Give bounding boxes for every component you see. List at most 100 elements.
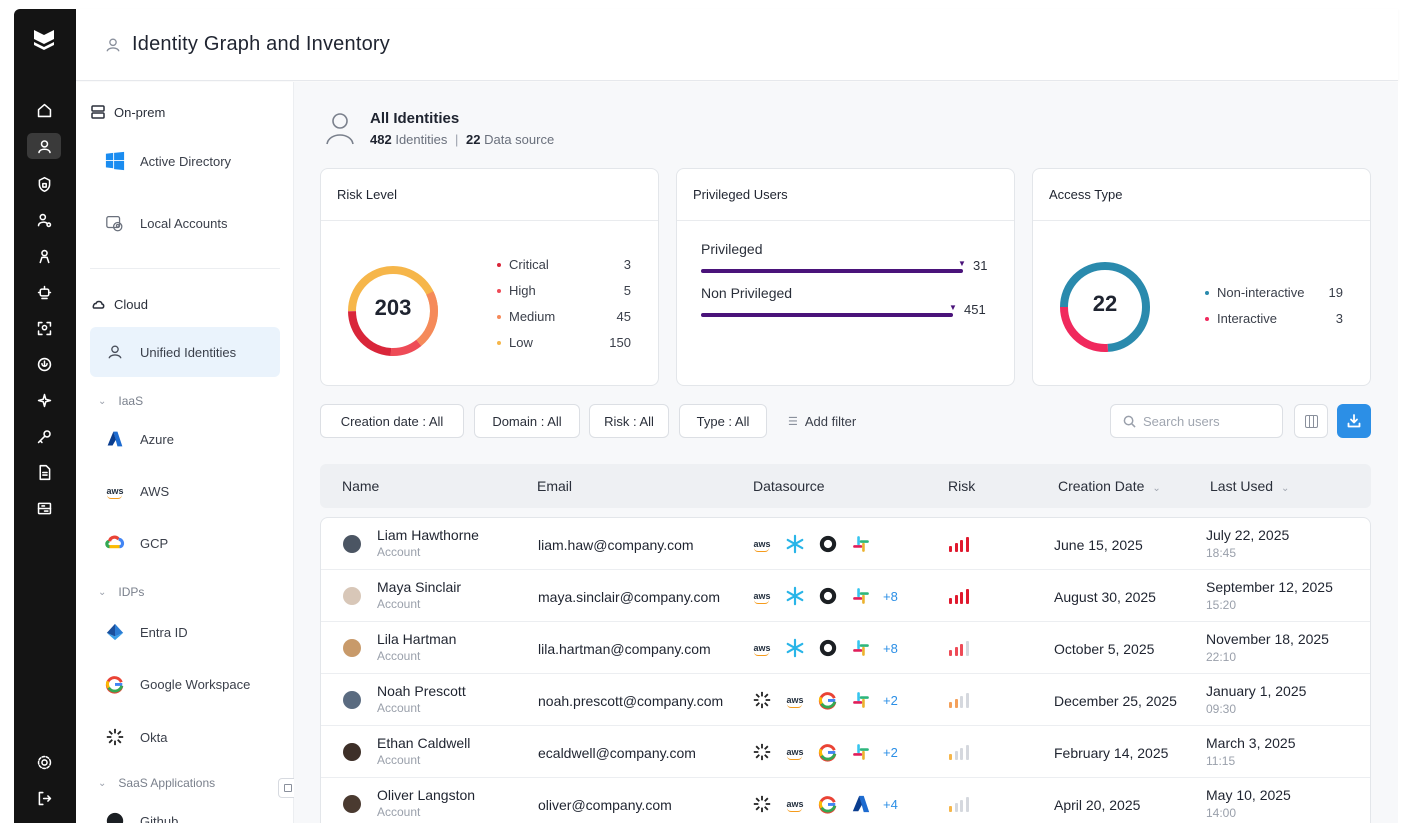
sidebar-item-local-accounts[interactable]: Local Accounts (90, 198, 280, 248)
onprem-group: On-prem (90, 104, 165, 120)
okta-icon (751, 741, 773, 763)
creation-date-filter[interactable]: Creation date : All (320, 404, 464, 438)
sidebar-item-unified-identities[interactable]: Unified Identities (90, 327, 280, 377)
iaas-section-toggle[interactable]: ⌄ IaaS (98, 394, 143, 408)
table-row[interactable]: Oliver Langston Account oliver@company.com… (321, 778, 1370, 823)
user-type: Account (377, 753, 421, 767)
sidebar-item-active-directory[interactable]: Active Directory (90, 136, 280, 186)
settings-icon[interactable] (27, 749, 61, 775)
chevron-down-icon: ⌄ (98, 777, 107, 789)
sidebar-item-label: Entra ID (140, 624, 188, 640)
report-icon[interactable] (27, 459, 61, 485)
more-sources-link[interactable]: +4 (883, 797, 898, 812)
sidebar-divider (90, 268, 280, 269)
user-name[interactable]: Liam Hawthorne (377, 527, 479, 543)
slack-icon (850, 533, 872, 555)
user-alert-icon[interactable] (27, 243, 61, 269)
cloud-group: Cloud (90, 296, 148, 312)
non-privileged-value: 451 (964, 302, 986, 317)
shield-icon[interactable] (27, 171, 61, 197)
column-email[interactable]: Email (537, 478, 572, 494)
table-row[interactable]: Maya Sinclair Account maya.sinclair@compan… (321, 570, 1370, 622)
last-used-time: 11:15 (1206, 754, 1236, 768)
add-filter-button[interactable]: ☰ Add filter (788, 404, 856, 438)
non-privileged-bar (701, 313, 953, 317)
risk-filter[interactable]: Risk : All (589, 404, 669, 438)
idps-section-toggle[interactable]: ⌄ IDPs (98, 585, 144, 599)
users-key-icon[interactable] (27, 207, 61, 233)
scan-user-icon[interactable] (27, 315, 61, 341)
legend-critical: Critical 3 (497, 257, 631, 272)
aws-icon: aws (786, 747, 804, 760)
legend-non-interactive: Non-interactive 19 (1205, 285, 1343, 300)
user-email: maya.sinclair@company.com (538, 589, 721, 605)
sidebar-item-google-workspace[interactable]: Google Workspace (90, 659, 280, 709)
search-box[interactable] (1110, 404, 1283, 438)
app-logo[interactable] (31, 26, 57, 52)
aws-icon: aws (106, 486, 124, 499)
dashboard-icon[interactable] (27, 495, 61, 521)
column-name[interactable]: Name (342, 478, 379, 494)
user-name[interactable]: Ethan Caldwell (377, 735, 470, 751)
column-creation-date[interactable]: Creation Date ⌄ (1058, 478, 1161, 494)
icon-rail (14, 9, 76, 823)
sidebar-item-github[interactable]: Github (90, 796, 280, 823)
search-input[interactable] (1143, 413, 1273, 429)
sidebar-item-azure[interactable]: Azure (90, 414, 280, 464)
user-email: ecaldwell@company.com (538, 745, 696, 761)
okta-icon (751, 689, 773, 711)
datasource-list: aws +2 (751, 741, 898, 763)
more-sources-link[interactable]: +8 (883, 589, 898, 604)
server-icon (91, 105, 105, 119)
column-last-used[interactable]: Last Used ⌄ (1210, 478, 1289, 494)
risk-bar (960, 540, 963, 552)
table-row[interactable]: Noah Prescott Account noah.prescott@compan… (321, 674, 1370, 726)
user-name[interactable]: Noah Prescott (377, 683, 466, 699)
user-email: noah.prescott@company.com (538, 693, 724, 709)
more-sources-link[interactable]: +8 (883, 641, 898, 656)
table-row[interactable]: Liam Hawthorne Account liam.haw@company.co… (321, 518, 1370, 570)
user-name[interactable]: Oliver Langston (377, 787, 475, 803)
search-icon (1123, 415, 1136, 428)
google-icon (104, 673, 126, 695)
columns-button[interactable] (1294, 404, 1328, 438)
user-name[interactable]: Lila Hartman (377, 631, 456, 647)
aws-icon: aws (786, 799, 804, 812)
more-sources-link[interactable]: +2 (883, 693, 898, 708)
user-name[interactable]: Maya Sinclair (377, 579, 461, 595)
creation-date: February 14, 2025 (1054, 745, 1169, 761)
bot-icon[interactable] (27, 279, 61, 305)
column-datasource[interactable]: Datasource (753, 478, 825, 494)
risk-indicator (949, 796, 971, 812)
sparkle-icon[interactable] (27, 387, 61, 413)
table-row[interactable]: Lila Hartman Account lila.hartman@company.… (321, 622, 1370, 674)
legend-low: Low 150 (497, 335, 631, 350)
creation-date: August 30, 2025 (1054, 589, 1156, 605)
risk-bar (965, 797, 969, 812)
last-used-date: July 22, 2025 (1206, 527, 1290, 543)
page-header: Identity Graph and Inventory (76, 9, 1398, 81)
identities-count: 482 (370, 132, 392, 147)
table-row[interactable]: Ethan Caldwell Account ecaldwell@company.c… (321, 726, 1370, 778)
more-sources-link[interactable]: +2 (883, 745, 898, 760)
column-risk[interactable]: Risk (948, 478, 975, 494)
domain-filter[interactable]: Domain : All (474, 404, 580, 438)
home-icon[interactable] (27, 97, 61, 123)
fingerprint-icon[interactable] (27, 351, 61, 377)
type-filter[interactable]: Type : All (679, 404, 767, 438)
identity-icon[interactable] (27, 133, 61, 159)
sidebar-item-gcp[interactable]: GCP (90, 518, 280, 568)
export-button[interactable] (1337, 404, 1371, 438)
last-used-time: 22:10 (1206, 650, 1237, 664)
sidebar-item-entra-id[interactable]: Entra ID (90, 607, 280, 657)
logout-icon[interactable] (27, 785, 61, 811)
key-icon[interactable] (27, 423, 61, 449)
sidebar-item-label: Unified Identities (140, 344, 237, 360)
cloud-icon (92, 300, 105, 309)
saas-section-toggle[interactable]: ⌄ SaaS Applications (98, 776, 215, 790)
privileged-bar (701, 269, 963, 273)
sidebar-item-aws[interactable]: aws AWS (90, 466, 280, 516)
sidebar-item-okta[interactable]: Okta (90, 712, 280, 762)
sort-icon: ⌄ (1152, 483, 1161, 494)
sidebar-toggle-icon (284, 784, 292, 792)
